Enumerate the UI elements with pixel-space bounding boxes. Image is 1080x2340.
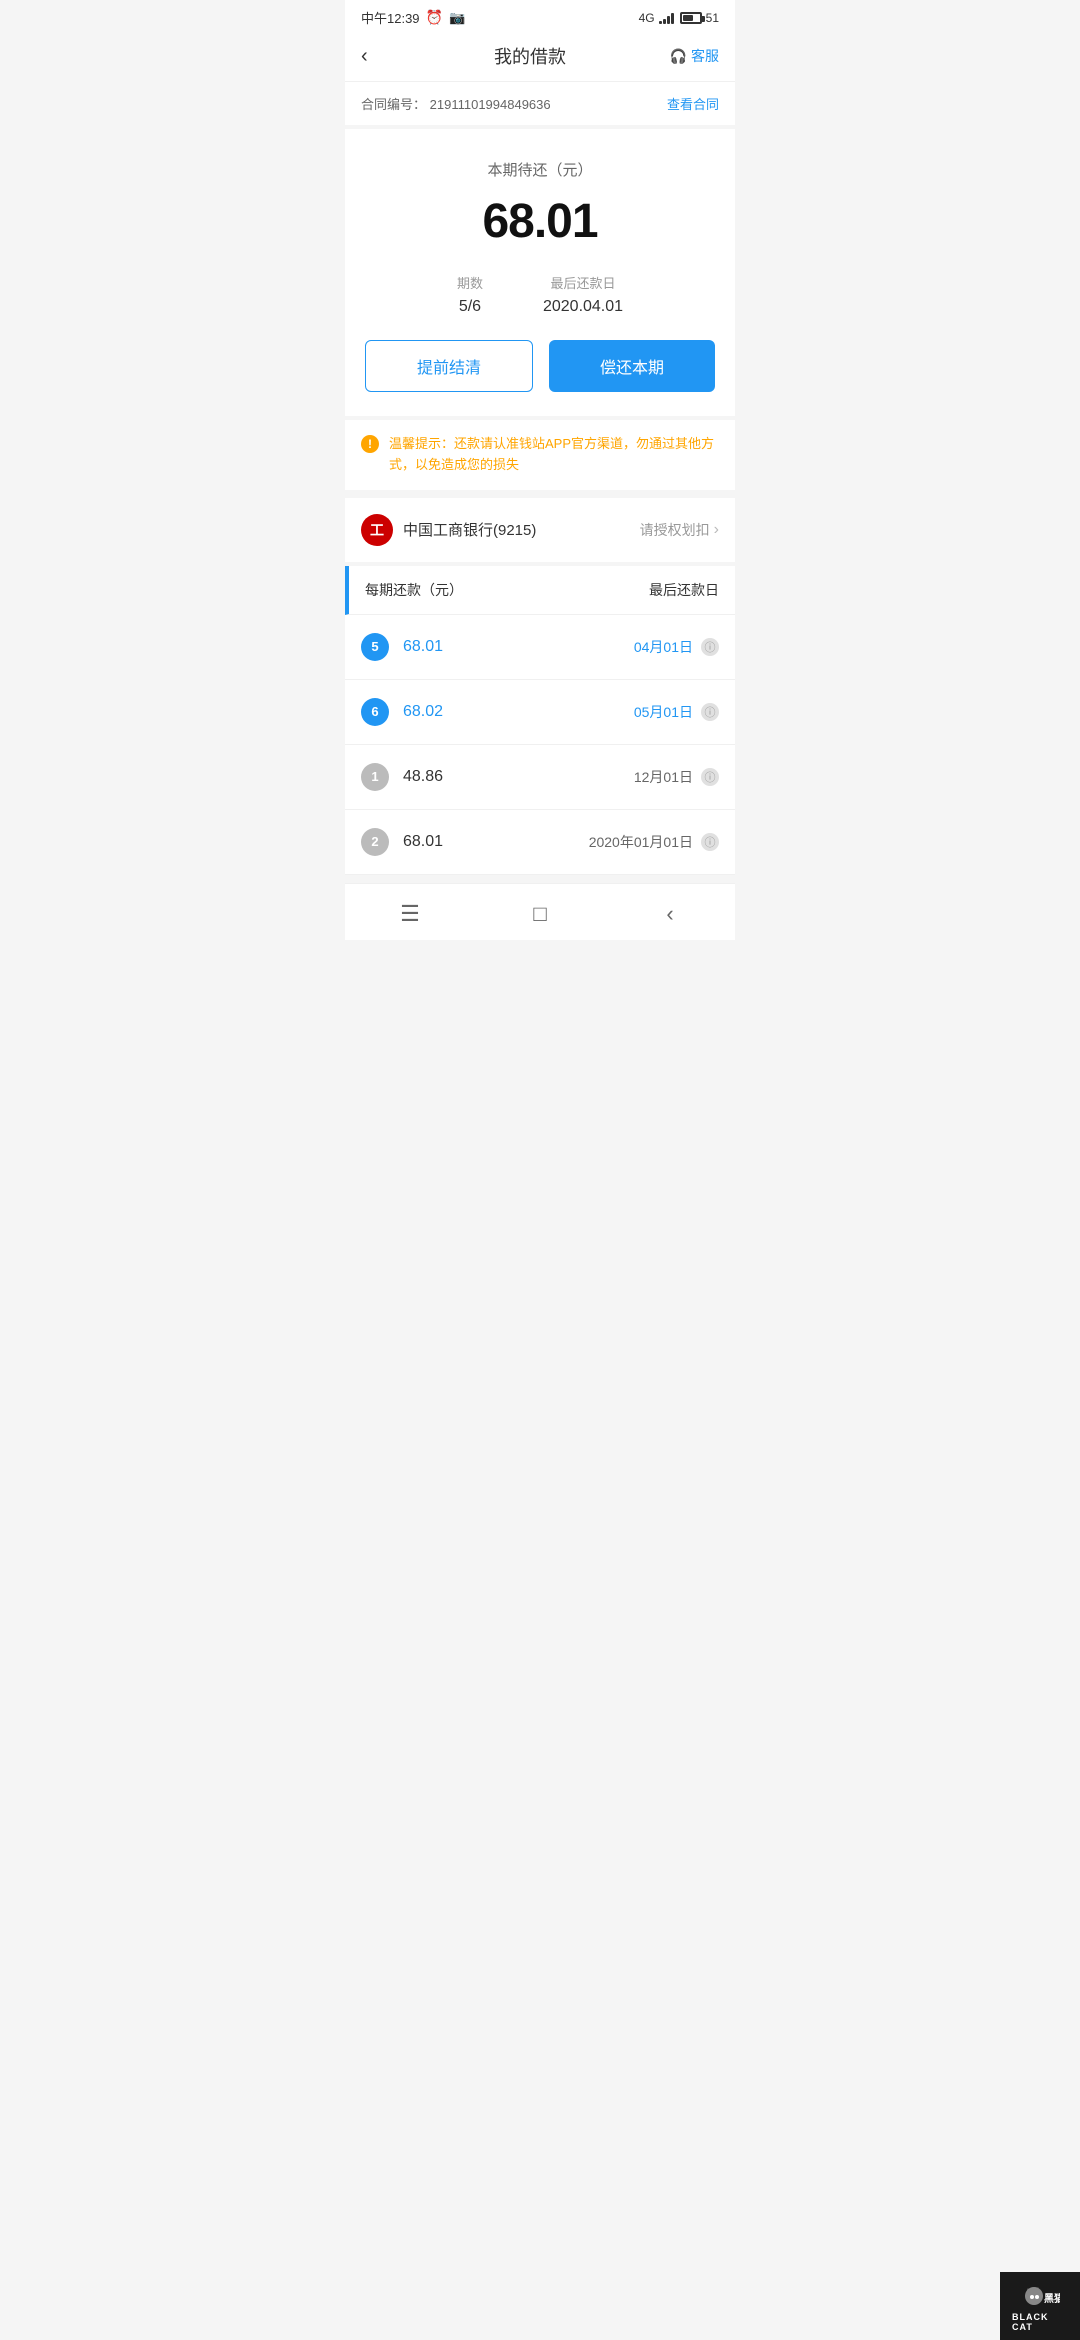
network-type: 4G xyxy=(639,11,655,25)
info-row: 期数 5/6 最后还款日 2020.04.01 xyxy=(365,273,715,316)
notification-icon: 📷 xyxy=(449,10,465,26)
headset-icon: 🎧 xyxy=(670,48,687,65)
info-button-2[interactable]: ⓘ xyxy=(701,833,719,851)
row-amount-1: 48.86 xyxy=(403,768,634,786)
row-date-5: 04月01日 xyxy=(634,637,693,657)
repayment-table: 每期还款（元） 最后还款日 5 68.01 04月01日 ⓘ 6 68.02 0… xyxy=(345,566,735,875)
info-button-6[interactable]: ⓘ xyxy=(701,703,719,721)
contract-number: 21911101994849636 xyxy=(430,97,551,112)
col-duedate-label: 最后还款日 xyxy=(649,580,719,600)
signal-bars xyxy=(659,12,674,24)
due-date-info: 最后还款日 2020.04.01 xyxy=(543,273,623,316)
col-payment-label: 每期还款（元） xyxy=(365,580,463,600)
bank-auth[interactable]: 请授权划扣 › xyxy=(640,520,719,540)
due-date-label: 最后还款日 xyxy=(543,273,623,292)
contract-bar: 合同编号： 21911101994849636 查看合同 xyxy=(345,82,735,129)
time-display: 中午12:39 xyxy=(361,8,420,27)
row-amount-5: 68.01 xyxy=(403,638,634,656)
table-header: 每期还款（元） 最后还款日 xyxy=(345,566,735,615)
due-date-value: 2020.04.01 xyxy=(543,298,623,316)
svg-text:黑猫: 黑猫 xyxy=(1044,2292,1060,2305)
bank-name: 中国工商银行(9215) xyxy=(403,519,536,540)
warning-icon: ! xyxy=(361,435,379,453)
info-button-5[interactable]: ⓘ xyxy=(701,638,719,656)
chevron-right-icon: › xyxy=(714,521,719,539)
pay-current-button[interactable]: 偿还本期 xyxy=(549,340,715,392)
battery-icon xyxy=(680,12,702,24)
row-amount-2: 68.01 xyxy=(403,833,589,851)
header: ‹ 我的借款 🎧 客服 xyxy=(345,31,735,82)
bank-info: 工 中国工商银行(9215) xyxy=(361,514,536,546)
bottom-navigation: ☰ □ ‹ xyxy=(345,883,735,940)
row-number-6: 6 xyxy=(361,698,389,726)
back-nav-button[interactable]: ‹ xyxy=(650,898,690,930)
status-right: 4G 51 xyxy=(639,11,719,25)
black-cat-watermark: 黑猫 BLACK CAT xyxy=(1000,2272,1080,2340)
back-button[interactable]: ‹ xyxy=(361,45,401,68)
main-card: 本期待还（元） 68.01 期数 5/6 最后还款日 2020.04.01 提前… xyxy=(345,129,735,416)
row-amount-6: 68.02 xyxy=(403,703,634,721)
table-row: 1 48.86 12月01日 ⓘ xyxy=(345,745,735,810)
customer-service-button[interactable]: 🎧 客服 xyxy=(659,46,719,66)
warning-text: 温馨提示：还款请认准钱站APP官方渠道，勿通过其他方式，以免造成您的损失 xyxy=(389,434,719,476)
period-value: 5/6 xyxy=(457,298,483,316)
info-button-1[interactable]: ⓘ xyxy=(701,768,719,786)
row-number-5: 5 xyxy=(361,633,389,661)
contract-number-label: 合同编号： 21911101994849636 xyxy=(361,94,551,113)
status-left: 中午12:39 ⏰ 📷 xyxy=(361,8,465,27)
row-number-1: 1 xyxy=(361,763,389,791)
bank-logo: 工 xyxy=(361,514,393,546)
row-date-1: 12月01日 xyxy=(634,767,693,787)
period-info: 期数 5/6 xyxy=(457,273,483,316)
period-label: 期数 xyxy=(457,273,483,292)
early-settle-button[interactable]: 提前结清 xyxy=(365,340,533,392)
bank-row[interactable]: 工 中国工商银行(9215) 请授权划扣 › xyxy=(345,498,735,566)
home-button[interactable]: □ xyxy=(520,898,560,930)
row-date-2: 2020年01月01日 xyxy=(589,832,693,852)
alarm-icon: ⏰ xyxy=(426,9,443,26)
table-row: 6 68.02 05月01日 ⓘ xyxy=(345,680,735,745)
amount-label: 本期待还（元） xyxy=(365,159,715,180)
page-title: 我的借款 xyxy=(401,43,659,69)
warning-banner: ! 温馨提示：还款请认准钱站APP官方渠道，勿通过其他方式，以免造成您的损失 xyxy=(345,420,735,494)
status-bar: 中午12:39 ⏰ 📷 4G 51 xyxy=(345,0,735,31)
cat-logo-svg: 黑猫 xyxy=(1020,2280,1060,2310)
row-date-6: 05月01日 xyxy=(634,702,693,722)
battery-level: 51 xyxy=(706,11,719,25)
action-buttons: 提前结清 偿还本期 xyxy=(365,340,715,392)
table-row: 5 68.01 04月01日 ⓘ xyxy=(345,615,735,680)
view-contract-link[interactable]: 查看合同 xyxy=(667,94,719,113)
current-amount: 68.01 xyxy=(365,194,715,249)
menu-button[interactable]: ☰ xyxy=(390,898,430,930)
table-row: 2 68.01 2020年01月01日 ⓘ xyxy=(345,810,735,875)
row-number-2: 2 xyxy=(361,828,389,856)
auth-label: 请授权划扣 xyxy=(640,520,710,540)
black-cat-label: BLACK CAT xyxy=(1012,2312,1068,2332)
